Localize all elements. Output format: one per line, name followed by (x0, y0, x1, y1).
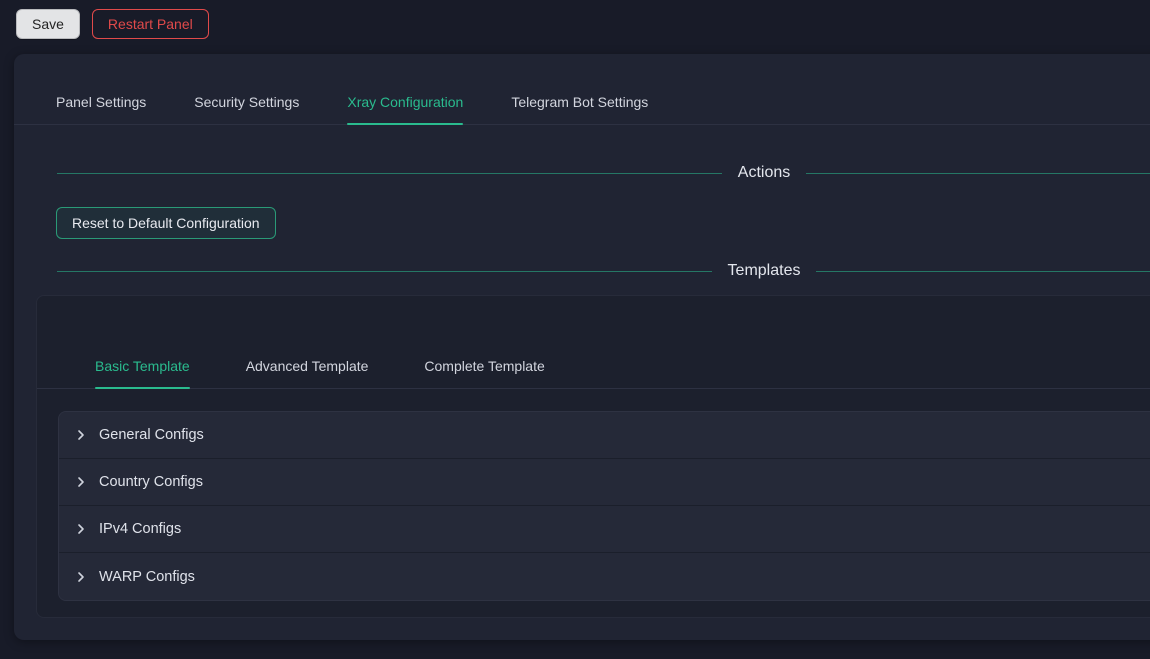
collapse-label: IPv4 Configs (99, 521, 181, 537)
chevron-right-icon (75, 429, 87, 441)
collapse-label: Country Configs (99, 474, 203, 490)
chevron-right-icon (75, 571, 87, 583)
divider-line (57, 271, 712, 272)
settings-card: Panel Settings Security Settings Xray Co… (14, 54, 1150, 640)
tab-panel-settings[interactable]: Panel Settings (56, 82, 146, 124)
templates-card: Basic Template Advanced Template Complet… (36, 295, 1150, 618)
tab-advanced-template[interactable]: Advanced Template (246, 346, 369, 388)
tab-xray-configuration[interactable]: Xray Configuration (347, 82, 463, 124)
config-collapse: General Configs Country Configs IPv4 Con… (58, 411, 1150, 601)
collapse-header-general-configs[interactable]: General Configs (59, 412, 1150, 459)
collapse-header-ipv4-configs[interactable]: IPv4 Configs (59, 506, 1150, 553)
divider-line (57, 173, 722, 174)
collapse-label: General Configs (99, 427, 204, 443)
collapse-header-country-configs[interactable]: Country Configs (59, 459, 1150, 506)
tab-complete-template[interactable]: Complete Template (424, 346, 544, 388)
save-button[interactable]: Save (16, 9, 80, 39)
template-tabs: Basic Template Advanced Template Complet… (37, 346, 1150, 389)
templates-divider-label: Templates (728, 262, 801, 280)
divider-line (816, 271, 1150, 272)
divider-line (806, 173, 1150, 174)
actions-divider: Actions (57, 161, 1150, 185)
chevron-right-icon (75, 523, 87, 535)
main-tabs: Panel Settings Security Settings Xray Co… (14, 82, 1150, 125)
chevron-right-icon (75, 476, 87, 488)
actions-divider-label: Actions (738, 164, 790, 182)
templates-divider: Templates (57, 259, 1150, 283)
collapse-header-warp-configs[interactable]: WARP Configs (59, 553, 1150, 600)
tab-basic-template[interactable]: Basic Template (95, 346, 190, 388)
reset-default-configuration-button[interactable]: Reset to Default Configuration (56, 207, 276, 239)
restart-panel-button[interactable]: Restart Panel (92, 9, 209, 39)
collapse-label: WARP Configs (99, 569, 195, 585)
topbar: Save Restart Panel (0, 0, 1150, 47)
tab-security-settings[interactable]: Security Settings (194, 82, 299, 124)
tab-telegram-bot-settings[interactable]: Telegram Bot Settings (511, 82, 648, 124)
